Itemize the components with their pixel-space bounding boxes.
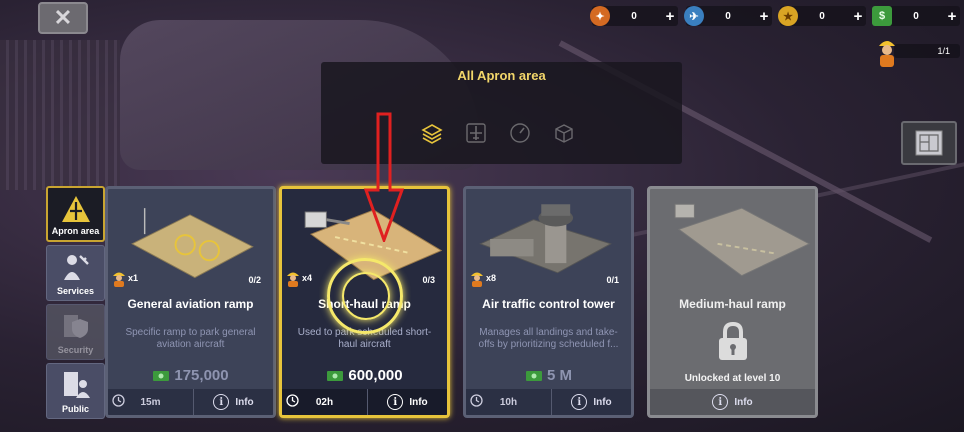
- build-time: 10h: [466, 389, 552, 415]
- close-icon: ✕: [53, 5, 73, 30]
- build-time-value: 02h: [315, 396, 334, 408]
- workers-required: x8: [470, 269, 496, 287]
- building-card-medium-haul-ramp[interactable]: Medium-haul ramp Unlocked at level 10 i …: [647, 186, 818, 418]
- workers-required: x1: [112, 269, 138, 287]
- card-description: Specific ramp to park general aviation a…: [125, 327, 256, 350]
- info-button[interactable]: i Info: [552, 389, 631, 415]
- tab-apron-area[interactable]: Apron area: [46, 186, 105, 242]
- tab-label: Apron area: [51, 226, 100, 236]
- card-title: Air traffic control tower: [482, 297, 615, 311]
- filter-bar: [419, 120, 577, 146]
- tutorial-highlight-ring: [342, 272, 390, 320]
- public-icon: [63, 372, 90, 398]
- info-icon: i: [213, 394, 230, 410]
- building-card-air-traffic-control-tower[interactable]: x8 0/1 Air traffic control tower Manages…: [463, 186, 634, 418]
- unlock-requirement: Unlocked at level 10: [684, 373, 781, 384]
- worker-icon: [879, 41, 895, 67]
- shield-star-icon: ✦: [590, 6, 610, 26]
- info-icon: i: [712, 394, 729, 410]
- ramp-illustration: [674, 203, 811, 277]
- resource-gold: ★ 0 +: [778, 6, 866, 26]
- build-time-value: 15m: [140, 396, 161, 408]
- tab-label: Services: [56, 286, 95, 296]
- cash-icon: [327, 370, 344, 381]
- blueprint-button[interactable]: [901, 121, 957, 165]
- resource-bar: ✦ 0 + ✈ 0 + ★ 0 + $ 0 +: [590, 6, 960, 26]
- worker-count: 1/1: [894, 44, 960, 58]
- tab-services[interactable]: Services: [46, 245, 105, 301]
- info-icon: i: [571, 394, 588, 410]
- cash-icon: [525, 370, 542, 381]
- workers-required: x4: [286, 269, 312, 287]
- info-label: Info: [593, 396, 612, 408]
- security-icon: [63, 315, 88, 338]
- tooltip-title: All Apron area: [457, 68, 546, 83]
- info-icon: i: [387, 394, 404, 410]
- card-title: General aviation ramp: [127, 297, 254, 311]
- price: 5 M: [466, 367, 631, 384]
- build-time-value: 10h: [499, 396, 518, 408]
- stack-icon[interactable]: [419, 120, 445, 146]
- cash-icon: [153, 370, 170, 381]
- close-button[interactable]: ✕: [38, 2, 88, 34]
- build-time: 15m: [108, 389, 194, 415]
- tab-security[interactable]: Security: [46, 304, 105, 360]
- clock-icon: [470, 394, 483, 410]
- price: 175,000: [108, 367, 273, 384]
- price-value: 600,000: [348, 367, 403, 384]
- building-card-general-aviation-ramp[interactable]: x1 0/2 General aviation ramp Specific ra…: [105, 186, 276, 418]
- info-label: Info: [235, 396, 254, 408]
- info-button[interactable]: i Info: [650, 389, 815, 415]
- tab-public[interactable]: Public: [46, 363, 105, 419]
- lock-icon: [718, 321, 747, 360]
- blueprint-icon: [915, 130, 943, 156]
- price: 600,000: [282, 367, 447, 384]
- card-footer: i Info: [650, 389, 815, 415]
- add-plane-button[interactable]: +: [756, 8, 772, 25]
- tab-label: Public: [61, 404, 89, 414]
- services-icon: [63, 255, 89, 280]
- resource-shield: ✦ 0 +: [590, 6, 678, 26]
- card-title: Medium-haul ramp: [679, 297, 786, 311]
- clock-icon: [112, 394, 125, 410]
- clock-icon: [286, 394, 299, 410]
- tab-label: Security: [57, 345, 94, 355]
- price-value: 175,000: [174, 367, 229, 384]
- worker-count: x4: [302, 273, 313, 283]
- worker-count: x1: [128, 273, 139, 283]
- card-footer: 15m i Info: [108, 389, 273, 415]
- add-gold-button[interactable]: +: [850, 8, 866, 25]
- owned-count: 0/2: [248, 275, 261, 285]
- resource-cash: $ 0 +: [872, 6, 960, 26]
- add-cash-button[interactable]: +: [944, 8, 960, 25]
- add-shield-button[interactable]: +: [662, 8, 678, 25]
- parking-lot: [0, 40, 120, 190]
- plane-icon[interactable]: [463, 120, 489, 146]
- build-time: 02h: [282, 389, 368, 415]
- gauge-icon[interactable]: [507, 120, 533, 146]
- worker-count: x8: [486, 273, 497, 283]
- box-icon[interactable]: [551, 120, 577, 146]
- info-button[interactable]: i Info: [368, 389, 447, 415]
- card-footer: 10h i Info: [466, 389, 631, 415]
- plane-badge-icon: ✈: [684, 6, 704, 26]
- worker-icon: [113, 272, 125, 287]
- card-footer: 02h i Info: [282, 389, 447, 415]
- category-tabs: Apron area Services Security Public: [46, 186, 105, 422]
- cash-icon: $: [872, 6, 892, 26]
- tutorial-arrow-icon: [363, 112, 405, 242]
- info-button[interactable]: i Info: [194, 389, 273, 415]
- worker-icon: [287, 272, 299, 287]
- owned-count: 0/3: [422, 275, 435, 285]
- worker-icon: [471, 272, 483, 287]
- card-description: Manages all landings and take-offs by pr…: [478, 327, 619, 350]
- apron-icon: [61, 196, 90, 222]
- resource-plane: ✈ 0 +: [684, 6, 772, 26]
- gold-coin-icon: ★: [778, 6, 798, 26]
- worker-counter[interactable]: 1/1: [876, 34, 962, 70]
- owned-count: 0/1: [606, 275, 619, 285]
- price-value: 5 M: [546, 367, 572, 384]
- info-label: Info: [734, 396, 753, 408]
- info-label: Info: [409, 396, 428, 408]
